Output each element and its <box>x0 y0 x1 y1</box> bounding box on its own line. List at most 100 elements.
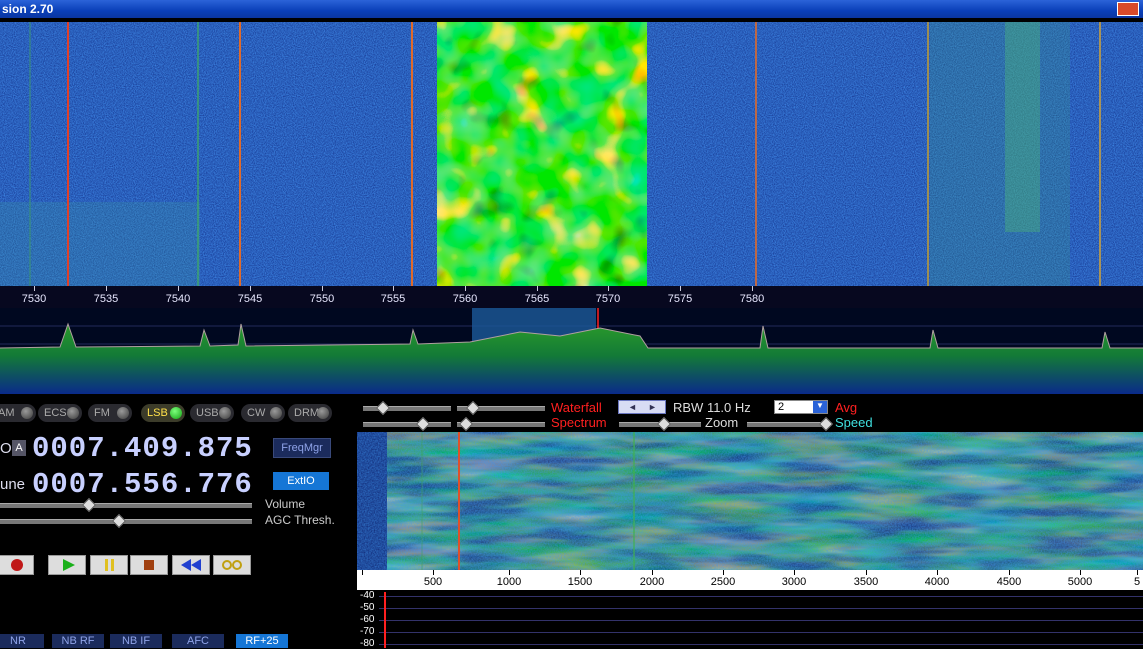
audio-spectrum-display[interactable]: -40 -50 -60 -70 -80 <box>357 590 1143 649</box>
window-title: sion 2.70 <box>2 2 54 16</box>
volume-label: Volume <box>265 497 306 511</box>
title-bar: sion 2.70 <box>0 0 1143 18</box>
axis-label: 7530 <box>21 293 47 305</box>
led-icon <box>219 407 231 419</box>
mode-drm-button[interactable]: DRM <box>288 404 332 422</box>
stop-icon <box>144 560 154 570</box>
led-icon <box>67 407 79 419</box>
axis-label: 4500 <box>996 576 1022 588</box>
extio-button[interactable]: ExtIO <box>273 472 329 490</box>
rbw-label: RBW 11.0 Hz <box>673 400 751 415</box>
rewind-button[interactable] <box>172 555 210 575</box>
slider-thumb[interactable] <box>818 416 834 432</box>
arrow-right-icon[interactable]: ► <box>648 402 657 412</box>
record-button[interactable] <box>0 555 34 575</box>
led-icon <box>117 407 129 419</box>
mode-ecss-button[interactable]: ECSS <box>38 404 82 422</box>
display-toolbar: Waterfall Spectrum ◄ ► RBW 11.0 Hz Zoom … <box>357 396 1143 432</box>
axis-label: 7545 <box>237 293 263 305</box>
main-waterfall-display[interactable] <box>0 22 1143 286</box>
axis-label: 500 <box>423 576 443 588</box>
mode-usb-button[interactable]: USB <box>190 404 234 422</box>
led-icon <box>21 407 33 419</box>
pause-button[interactable] <box>90 555 128 575</box>
agc-label: AGC Thresh. <box>265 513 335 527</box>
audio-waterfall-display[interactable] <box>357 432 1143 570</box>
audio-frequency-axis[interactable]: 500 1000 1500 2000 2500 3000 3500 4000 4… <box>357 570 1143 590</box>
pause-icon <box>105 559 114 571</box>
axis-label: 2500 <box>710 576 736 588</box>
led-icon <box>170 407 182 419</box>
control-panel: AM ECSS FM LSB USB CW DRM O A 0007.409.8… <box>0 396 357 648</box>
loop-button[interactable] <box>213 555 251 575</box>
lo-label: O <box>0 440 12 457</box>
tune-frequency-display[interactable]: 0007.556.776 <box>32 468 253 501</box>
nb-if-button[interactable]: NB IF <box>110 634 162 648</box>
lo-lock-badge[interactable]: A <box>12 440 26 456</box>
play-icon <box>63 559 75 571</box>
db-label: -60 <box>360 614 375 625</box>
stop-button[interactable] <box>130 555 168 575</box>
db-label: -70 <box>360 626 375 637</box>
db-label: -40 <box>360 590 375 601</box>
arrow-left-icon[interactable]: ◄ <box>628 402 637 412</box>
loop-icon <box>222 560 242 570</box>
axis-label: 7535 <box>93 293 119 305</box>
mode-label: USB <box>196 407 219 419</box>
slider-thumb[interactable] <box>656 416 672 432</box>
passband-marker <box>384 592 386 648</box>
db-label: -80 <box>360 638 375 649</box>
mode-label: AM <box>0 407 15 419</box>
mode-label: FM <box>94 407 110 419</box>
axis-label: 7550 <box>309 293 335 305</box>
tune-label: une <box>0 476 26 493</box>
lo-frequency-display[interactable]: 0007.409.875 <box>32 432 253 465</box>
mode-label: LSB <box>147 407 168 419</box>
waterfall-label: Waterfall <box>551 400 602 415</box>
spectrum-contrast-slider[interactable] <box>363 422 451 427</box>
slider-thumb[interactable] <box>375 400 391 416</box>
mode-fm-button[interactable]: FM <box>88 404 132 422</box>
axis-label: 1000 <box>496 576 522 588</box>
play-button[interactable] <box>48 555 86 575</box>
avg-select[interactable]: 2 ▼ <box>774 400 828 414</box>
slider-thumb[interactable] <box>415 416 431 432</box>
chevron-down-icon[interactable]: ▼ <box>813 401 827 413</box>
speed-label: Speed <box>835 415 873 430</box>
slider-thumb[interactable] <box>458 416 474 432</box>
zoom-label: Zoom <box>705 415 739 430</box>
nb-rf-button[interactable]: NB RF <box>52 634 104 648</box>
mode-lsb-button[interactable]: LSB <box>141 404 185 422</box>
rf25-button[interactable]: RF+25 <box>236 634 288 648</box>
speed-slider[interactable] <box>747 422 827 427</box>
mode-am-button[interactable]: AM <box>0 404 36 422</box>
avg-label: Avg <box>835 400 858 415</box>
volume-slider[interactable] <box>0 503 252 508</box>
axis-label: 2000 <box>639 576 665 588</box>
main-spectrum-display[interactable] <box>0 308 1143 394</box>
mode-cw-button[interactable]: CW <box>241 404 285 422</box>
slider-thumb[interactable] <box>465 400 481 416</box>
record-icon <box>11 559 23 571</box>
freqmgr-button[interactable]: FreqMgr <box>273 438 331 458</box>
main-frequency-axis[interactable]: 7530 7535 7540 7545 7550 7555 7560 7565 … <box>0 286 1143 308</box>
rbw-stepper[interactable]: ◄ ► <box>618 400 666 414</box>
axis-label: 5 <box>1133 576 1141 588</box>
mode-label: DRM <box>294 407 320 419</box>
close-window-button[interactable] <box>1117 2 1139 16</box>
axis-label: 3500 <box>853 576 879 588</box>
axis-label: 7580 <box>739 293 765 305</box>
axis-label: 1500 <box>567 576 593 588</box>
nr-button[interactable]: NR <box>0 634 44 648</box>
axis-label: 7560 <box>452 293 478 305</box>
afc-button[interactable]: AFC <box>172 634 224 648</box>
agc-slider-thumb[interactable] <box>112 513 127 529</box>
axis-label: 4000 <box>924 576 950 588</box>
axis-label: 7575 <box>667 293 693 305</box>
led-icon <box>317 407 329 419</box>
axis-label: 7570 <box>595 293 621 305</box>
axis-label: 7565 <box>524 293 550 305</box>
mode-label: CW <box>247 407 266 419</box>
axis-label: 7540 <box>165 293 191 305</box>
agc-threshold-slider[interactable] <box>0 519 252 524</box>
